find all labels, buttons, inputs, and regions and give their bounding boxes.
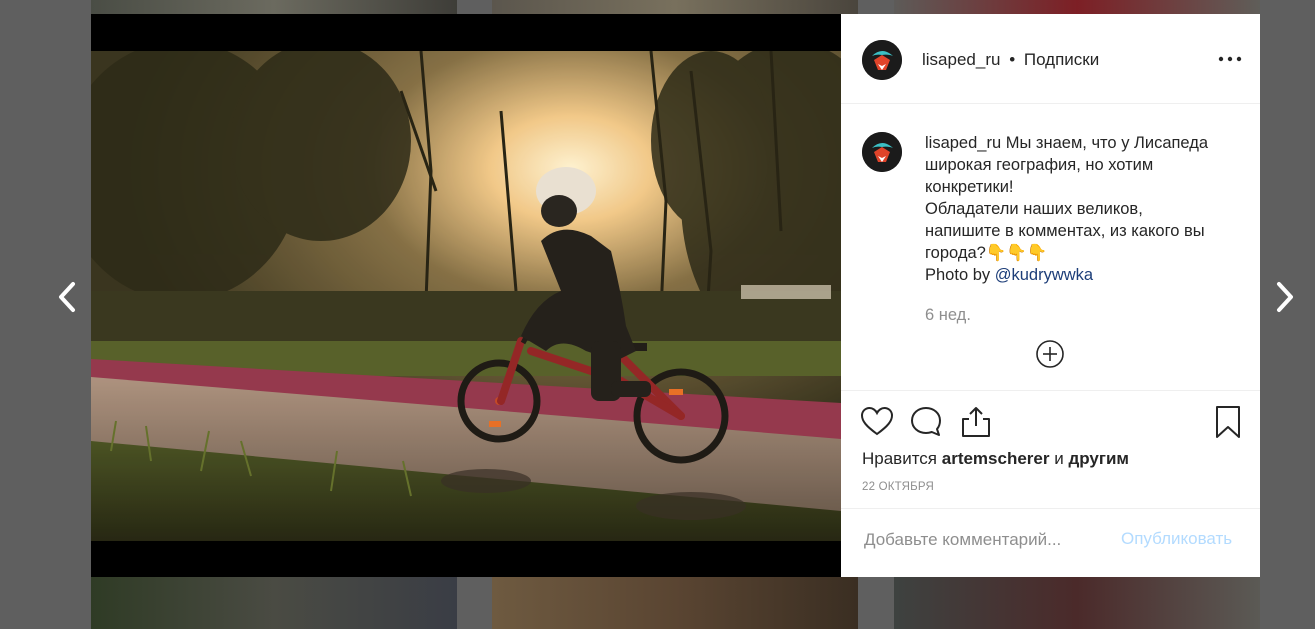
avatar[interactable] bbox=[862, 40, 902, 80]
publish-comment-button[interactable]: Опубликовать bbox=[1121, 529, 1232, 549]
caption-text: lisaped_ru Мы знаем, что у Лисапеда широ… bbox=[925, 132, 1245, 286]
like-button[interactable] bbox=[860, 405, 894, 439]
grid-thumbnail[interactable] bbox=[894, 0, 1260, 14]
previous-post-button[interactable] bbox=[56, 281, 78, 313]
username-link[interactable]: lisaped_ru bbox=[922, 50, 1000, 69]
comment-input[interactable] bbox=[862, 527, 1116, 553]
header-title: lisaped_ru • Подписки bbox=[922, 50, 1099, 70]
grid-thumbnail[interactable] bbox=[91, 577, 457, 629]
caption-section: lisaped_ru Мы знаем, что у Лисапеда широ… bbox=[841, 104, 1260, 390]
photo-pane bbox=[91, 14, 841, 577]
caption-line: конкретики! bbox=[925, 178, 1014, 196]
bookmark-icon bbox=[1216, 406, 1240, 438]
heart-icon bbox=[860, 406, 894, 436]
grid-thumbnail[interactable] bbox=[492, 0, 858, 14]
caption-line: Мы знаем, что у Лисапеда bbox=[1005, 134, 1209, 152]
avatar[interactable] bbox=[862, 132, 902, 172]
caption-username-link[interactable]: lisaped_ru bbox=[925, 134, 1001, 152]
likes-mid: и bbox=[1049, 449, 1069, 468]
post-actions: Нравится artemscherer и другим 22 ОКТЯБР… bbox=[841, 390, 1260, 509]
post-photo[interactable] bbox=[91, 51, 841, 541]
fox-logo-icon bbox=[862, 40, 902, 80]
caption-line: широкая география, но хотим bbox=[925, 156, 1154, 174]
comment-form: Опубликовать bbox=[841, 508, 1260, 578]
next-post-button[interactable] bbox=[1274, 281, 1296, 313]
load-more-comments-button[interactable] bbox=[1035, 339, 1065, 369]
likes-summary: Нравится artemscherer и другим bbox=[862, 449, 1129, 469]
caption-line: Обладатели наших великов, bbox=[925, 200, 1143, 218]
comment-button[interactable] bbox=[909, 405, 943, 439]
share-button[interactable] bbox=[959, 405, 993, 439]
save-button[interactable] bbox=[1211, 405, 1245, 439]
post-modal: lisaped_ru • Подписки lisaped_ru Мы знае… bbox=[91, 14, 1260, 577]
other-likers-link[interactable]: другим bbox=[1068, 449, 1129, 468]
more-horizontal-icon bbox=[1218, 56, 1242, 62]
caption-line: напишите в комментах, из какого вы bbox=[925, 222, 1205, 240]
grid-thumbnail[interactable] bbox=[492, 577, 858, 629]
post-sidebar: lisaped_ru • Подписки lisaped_ru Мы знае… bbox=[841, 14, 1260, 577]
photo-credit-mention[interactable]: @kudrywwka bbox=[995, 266, 1093, 284]
post-date[interactable]: 22 ОКТЯБРЯ bbox=[862, 481, 934, 493]
liker-username-link[interactable]: artemscherer bbox=[942, 449, 1050, 468]
grid-thumbnail[interactable] bbox=[91, 0, 457, 14]
chevron-left-icon bbox=[59, 282, 75, 312]
plus-circle-icon bbox=[1036, 340, 1064, 368]
header-separator: • bbox=[1009, 50, 1016, 69]
follow-status-button[interactable]: Подписки bbox=[1024, 50, 1099, 69]
likes-prefix: Нравится bbox=[862, 449, 942, 468]
share-icon bbox=[962, 407, 990, 437]
chevron-right-icon bbox=[1277, 282, 1293, 312]
fox-logo-icon bbox=[862, 132, 902, 172]
caption-line: города?👇👇👇 bbox=[925, 244, 1048, 262]
photo-credit-prefix: Photo by bbox=[925, 266, 995, 284]
post-header: lisaped_ru • Подписки bbox=[841, 14, 1260, 104]
speech-bubble-icon bbox=[911, 407, 941, 436]
grid-thumbnail[interactable] bbox=[894, 577, 1260, 629]
post-photo-image bbox=[91, 51, 841, 541]
more-options-button[interactable] bbox=[1218, 49, 1242, 69]
caption-timestamp[interactable]: 6 нед. bbox=[925, 306, 971, 325]
